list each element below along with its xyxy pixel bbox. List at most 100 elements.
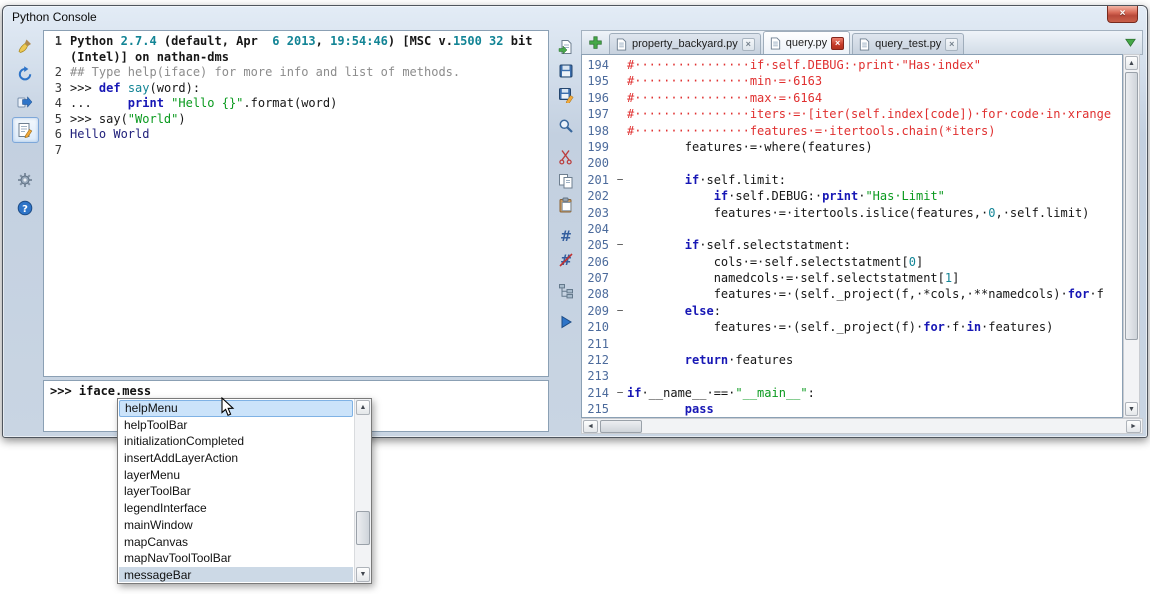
autocomplete-item[interactable]: initializationCompleted [119,433,353,450]
fold-column [613,254,627,270]
fold-marker-icon[interactable]: − [613,385,627,401]
save-button[interactable] [554,60,578,82]
tab-list-button[interactable] [1121,33,1139,51]
code-text: #················if·self.DEBUG:·print·"H… [627,57,981,73]
fold-marker-icon[interactable]: − [613,303,627,319]
scroll-left-icon[interactable]: ◄ [583,420,598,433]
autocomplete-item[interactable]: mainWindow [119,517,353,534]
uncomment-button[interactable]: # [554,249,578,271]
code-text: >>> def say(word): [70,81,200,97]
line-number: 211 [582,336,613,352]
object-inspector-button[interactable] [554,280,578,302]
tab-query_test.py[interactable]: query_test.py× [852,33,964,54]
editor-code-line: 202 if·self.DEBUG:·print·"Has·Limit" [582,188,1122,204]
console-toolbar: ? [7,33,43,223]
editor-horizontal-scrollbar[interactable]: ◄ ► [581,418,1143,434]
autocomplete-item[interactable]: messageBar [119,567,353,582]
code-text: cols·=·self.selectstatment[0] [627,254,923,270]
line-number: 202 [582,188,613,204]
gear-icon [17,172,33,188]
tab-close-icon[interactable]: × [945,38,958,51]
show-editor-button[interactable] [12,117,39,143]
editor-code-line: 215 pass [582,401,1122,417]
autocomplete-item[interactable]: insertAddLayerAction [119,450,353,467]
fold-column [613,73,627,89]
fold-marker-icon[interactable]: − [613,172,627,188]
run-script-button[interactable] [554,311,578,333]
paste-button[interactable] [554,194,578,216]
console-output[interactable]: 1Python 2.7.4 (default, Apr 6 2013, 19:5… [43,30,549,377]
scroll-down-icon[interactable]: ▼ [1125,402,1138,416]
comment-button[interactable]: # [554,225,578,247]
code-text: Python 2.7.4 (default, Apr 6 2013, 19:54… [70,34,532,50]
horizontal-scroll-thumb[interactable] [600,420,642,433]
window-close-button[interactable]: × [1107,6,1138,23]
import-class-button[interactable] [12,89,39,115]
code-text: #················max·=·6164 [627,90,822,106]
hashdel-icon: # [558,252,574,268]
code-text: else: [627,303,721,319]
fold-column [613,319,627,335]
autocomplete-item[interactable]: helpToolBar [119,417,353,434]
line-number: 1 [44,34,70,50]
editor-toolbar: ## [552,36,580,335]
cut-button[interactable] [554,146,578,168]
play-icon [558,314,574,330]
autocomplete-item[interactable]: mapNavToolToolBar [119,550,353,567]
autocomplete-scrollbar[interactable]: ▲ ▼ [354,399,371,583]
code-text: #················min·=·6163 [627,73,822,89]
tab-close-icon[interactable]: × [742,38,755,51]
scroll-right-icon[interactable]: ► [1126,420,1141,433]
code-text: if·self.selectstatment: [627,237,851,253]
window-title: Python Console [12,10,97,24]
scroll-down-icon[interactable]: ▼ [356,567,370,582]
editor-code-line: 205− if·self.selectstatment: [582,237,1122,253]
fold-column [613,221,627,237]
scroll-up-icon[interactable]: ▲ [356,400,370,415]
copy-button[interactable] [554,170,578,192]
clear-console-button[interactable] [12,33,39,59]
tab-close-icon[interactable]: × [831,37,844,50]
code-text: features·=·where(features) [627,139,873,155]
line-number: 207 [582,270,613,286]
page-icon [769,37,782,50]
fold-marker-icon[interactable]: − [613,237,627,253]
tabs: property_backyard.py×query.py×query_test… [609,31,966,54]
autocomplete-item[interactable]: legendInterface [119,500,353,517]
console-line: 1Python 2.7.4 (default, Apr 6 2013, 19:5… [44,34,548,50]
vertical-scroll-thumb[interactable] [1125,72,1138,340]
fold-column [613,286,627,302]
help-icon: ? [17,200,33,216]
editor-code-line: 214−if·__name__·==·"__main__": [582,385,1122,401]
line-number: 200 [582,155,613,171]
page-icon [858,38,871,51]
scroll-up-icon[interactable]: ▲ [1125,56,1138,70]
editor-vertical-scrollbar[interactable]: ▲ ▼ [1123,54,1140,418]
tab-query.py[interactable]: query.py × [763,31,850,54]
mouse-cursor [221,397,235,422]
help-button[interactable]: ? [12,195,39,221]
editor-code-area[interactable]: 194#················if·self.DEBUG:·print… [581,54,1123,418]
autocomplete-item[interactable]: layerMenu [119,467,353,484]
open-file-button[interactable] [554,36,578,58]
editor-code-line: 195#················min·=·6163 [582,73,1122,89]
find-text-button[interactable] [554,115,578,137]
fold-column [613,123,627,139]
autocomplete-item[interactable]: helpMenu [119,400,353,417]
editor-code-line: 210 features·=·(self._project(f)·for·f·i… [582,319,1122,335]
autocomplete-item[interactable]: mapCanvas [119,534,353,551]
line-number: 197 [582,106,613,122]
scissors-icon [558,149,574,165]
tab-property_backyard.py[interactable]: property_backyard.py× [609,33,761,54]
title-bar[interactable]: Python Console [3,6,1147,28]
tab-label: query.py [786,37,827,49]
new-editor-button[interactable] [585,32,606,53]
line-number: 2 [44,65,70,81]
line-number: 209 [582,303,613,319]
autocomplete-scroll-thumb[interactable] [356,511,370,545]
autocomplete-item[interactable]: layerToolBar [119,483,353,500]
options-button[interactable] [12,167,39,193]
plus-icon [588,35,603,50]
run-command-button[interactable] [12,61,39,87]
save-as-button[interactable] [554,84,578,106]
